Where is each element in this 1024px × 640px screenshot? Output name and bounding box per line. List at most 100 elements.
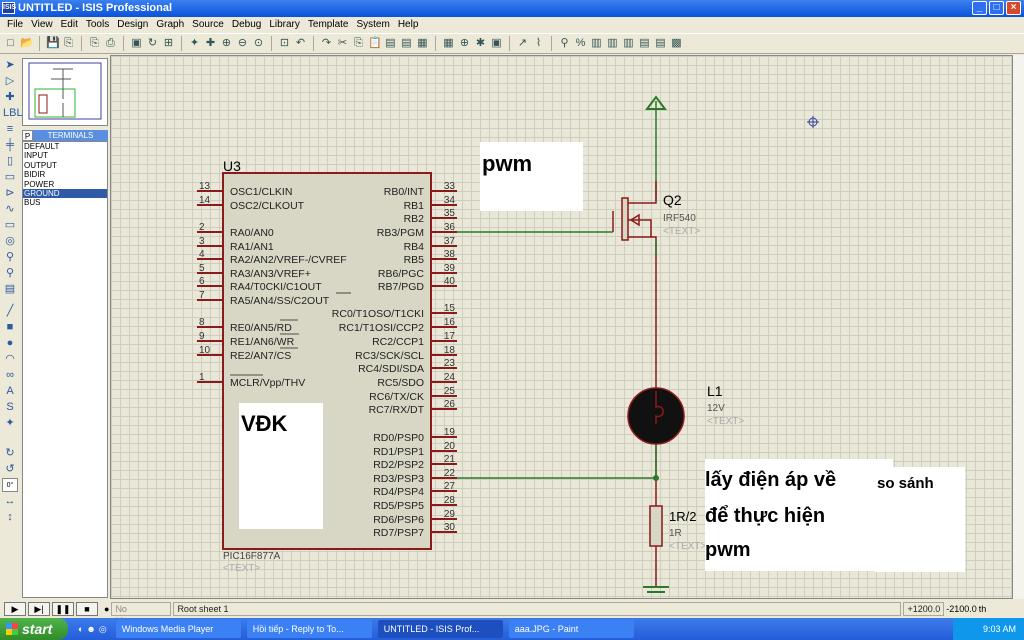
print-icon[interactable]: ⎙: [104, 37, 117, 50]
arc-icon[interactable]: ◠: [3, 352, 17, 366]
probe-current-icon[interactable]: ⚲: [3, 266, 17, 280]
menu-help[interactable]: Help: [394, 17, 423, 32]
graph-icon[interactable]: ∿: [3, 202, 17, 216]
electrical-rule-check-icon[interactable]: ▤: [654, 37, 667, 50]
mosfet-q2[interactable]: [612, 181, 657, 241]
make-device-icon[interactable]: ✱: [474, 37, 487, 50]
ground-icon[interactable]: [643, 586, 669, 593]
import-icon[interactable]: ⎘: [62, 37, 75, 50]
zoom-out-icon[interactable]: ⊖: [236, 37, 249, 50]
step-button[interactable]: ▶|: [28, 602, 50, 616]
junction-icon[interactable]: ✚: [3, 90, 17, 104]
terminals-icon[interactable]: ▭: [3, 170, 17, 184]
taskbar-item[interactable]: UNTITLED - ISIS Prof...: [377, 620, 503, 638]
close-button[interactable]: ×: [1006, 1, 1021, 15]
pan-icon[interactable]: ✚: [204, 37, 217, 50]
block-move-icon[interactable]: ▤: [400, 37, 413, 50]
remove-sheet-icon[interactable]: ▥: [606, 37, 619, 50]
menu-graph[interactable]: Graph: [152, 17, 188, 32]
terminal-list[interactable]: DEFAULT INPUT OUTPUT BIDIR POWER GROUND BUS: [22, 141, 108, 598]
taskbar-item[interactable]: Hồi tiếp - Reply to To...: [246, 620, 372, 638]
terminal-item-input[interactable]: INPUT: [23, 151, 107, 160]
tape-icon[interactable]: ▭: [3, 218, 17, 232]
selection-icon[interactable]: ➤: [3, 58, 17, 72]
pick-icon[interactable]: ⊕: [458, 37, 471, 50]
text-script-icon[interactable]: ≡: [3, 122, 17, 136]
wire-label-icon[interactable]: LBL: [3, 106, 23, 120]
menu-view[interactable]: View: [27, 17, 57, 32]
resistor[interactable]: [649, 505, 663, 547]
export-icon[interactable]: ⎘: [88, 37, 101, 50]
origin-icon[interactable]: ✦: [188, 37, 201, 50]
path-icon[interactable]: ∞: [3, 368, 17, 382]
refresh-icon[interactable]: ↻: [146, 37, 159, 50]
grid-icon[interactable]: ⊞: [162, 37, 175, 50]
vertical-scrollbar[interactable]: [1013, 55, 1024, 599]
terminal-item-bus[interactable]: BUS: [23, 198, 107, 207]
minimize-button[interactable]: _: [972, 1, 987, 15]
menu-template[interactable]: Template: [304, 17, 353, 32]
terminal-item-output[interactable]: OUTPUT: [23, 161, 107, 170]
open-icon[interactable]: 📂: [20, 37, 34, 50]
zoom-in-icon[interactable]: ⊕: [220, 37, 233, 50]
cut-icon[interactable]: ✂: [336, 37, 349, 50]
new-icon[interactable]: □: [4, 37, 17, 50]
menu-file[interactable]: File: [3, 17, 27, 32]
redo-icon[interactable]: ↷: [320, 37, 333, 50]
menu-source[interactable]: Source: [188, 17, 228, 32]
instrument-icon[interactable]: ▤: [3, 282, 17, 296]
menu-library[interactable]: Library: [265, 17, 304, 32]
new-sheet-icon[interactable]: ▥: [590, 37, 603, 50]
buses-icon[interactable]: ╪: [3, 138, 17, 152]
undo-icon[interactable]: ↶: [294, 37, 307, 50]
menu-debug[interactable]: Debug: [228, 17, 265, 32]
subcircuit-icon[interactable]: ▯: [3, 154, 17, 168]
mirror-y-icon[interactable]: ↕: [3, 510, 17, 524]
maximize-button[interactable]: □: [989, 1, 1004, 15]
paste-icon[interactable]: 📋: [368, 37, 382, 50]
box-icon[interactable]: ■: [3, 320, 17, 334]
marker-icon[interactable]: ✦: [3, 416, 17, 430]
block-copy-icon[interactable]: ▤: [384, 37, 397, 50]
taskbar-item[interactable]: aaa.JPG - Paint: [508, 620, 634, 638]
pause-button[interactable]: ❚❚: [52, 602, 74, 616]
pick-devices-button[interactable]: P: [22, 130, 33, 141]
circle-icon[interactable]: ●: [3, 336, 17, 350]
menu-design[interactable]: Design: [113, 17, 152, 32]
terminal-item-bidir[interactable]: BIDIR: [23, 170, 107, 179]
lamp-l1[interactable]: [627, 387, 685, 445]
terminal-item-power[interactable]: POWER: [23, 180, 107, 189]
block-rotate-icon[interactable]: ▦: [416, 37, 429, 50]
pin-icon[interactable]: ⊳: [3, 186, 17, 200]
save-icon[interactable]: 💾: [46, 37, 60, 50]
line-icon[interactable]: ╱: [3, 304, 17, 318]
menu-edit[interactable]: Edit: [57, 17, 82, 32]
search-icon[interactable]: ⚲: [558, 37, 571, 50]
schematic-canvas[interactable]: U3 PIC16F877A <TEXT> 13 OSC1/CLKIN 14 OSC2/…: [110, 55, 1013, 599]
property-assign-icon[interactable]: %: [574, 37, 587, 50]
rotate-ccw-icon[interactable]: ↺: [3, 462, 17, 476]
taskbar-item[interactable]: Windows Media Player: [115, 620, 241, 638]
zoom-all-icon[interactable]: ⊙: [252, 37, 265, 50]
start-button[interactable]: start: [0, 618, 68, 640]
overview-window[interactable]: [22, 58, 108, 126]
symbol-icon[interactable]: S: [3, 400, 17, 414]
wire-autorouter-icon[interactable]: ⌇: [532, 37, 545, 50]
decompose-icon[interactable]: ↗: [516, 37, 529, 50]
component-icon[interactable]: ▷: [3, 74, 17, 88]
rotate-cw-icon[interactable]: ↻: [3, 446, 17, 460]
goto-sheet-icon[interactable]: ▥: [622, 37, 635, 50]
netlist-icon[interactable]: ▩: [670, 37, 683, 50]
block-delete-icon[interactable]: ▦: [442, 37, 455, 50]
play-button[interactable]: ▶: [4, 602, 26, 616]
rotation-angle-field[interactable]: 0°: [2, 478, 18, 492]
zoom-area-icon[interactable]: ⊡: [278, 37, 291, 50]
terminal-item-default[interactable]: DEFAULT: [23, 142, 107, 151]
packaging-icon[interactable]: ▣: [490, 37, 503, 50]
copy-icon[interactable]: ⎘: [352, 37, 365, 50]
print-area-icon[interactable]: ▣: [130, 37, 143, 50]
menu-system[interactable]: System: [352, 17, 393, 32]
stop-button[interactable]: ■: [76, 602, 98, 616]
text-icon[interactable]: A: [3, 384, 17, 398]
mirror-x-icon[interactable]: ↔: [3, 494, 17, 508]
